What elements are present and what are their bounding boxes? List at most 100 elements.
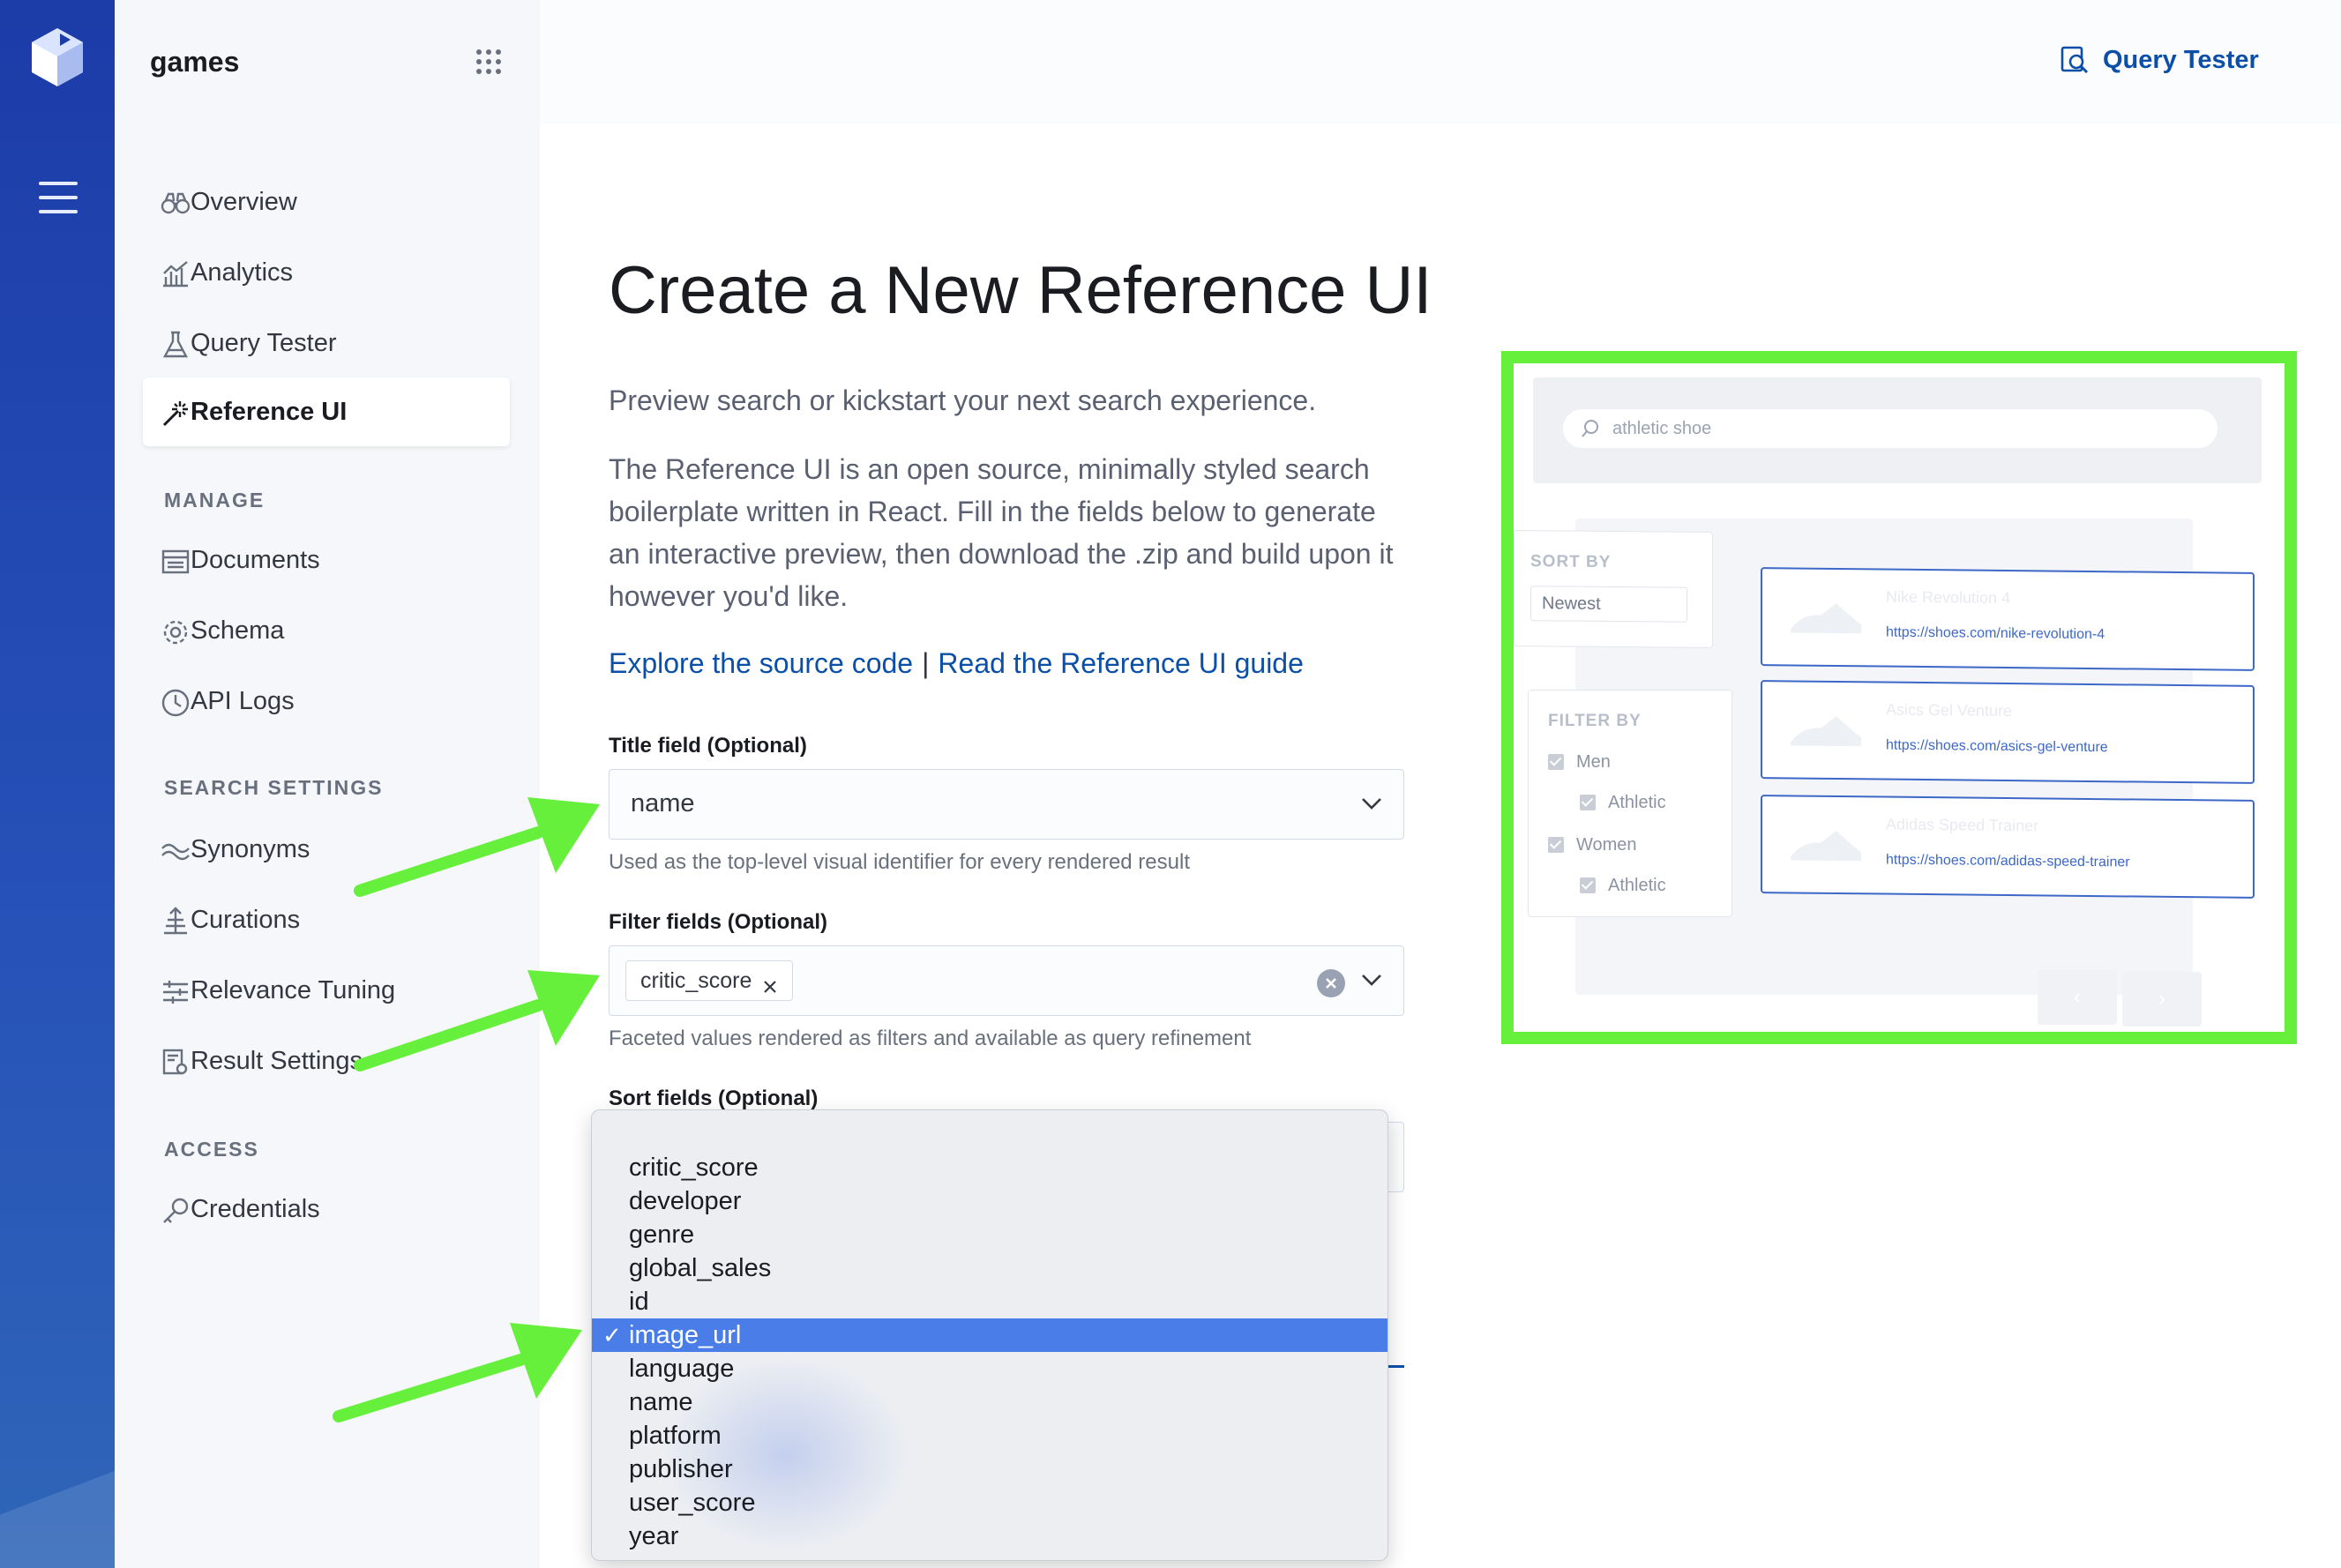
dropdown-option[interactable]: global_sales (592, 1251, 1387, 1285)
chart-icon (161, 259, 191, 289)
app-rail (0, 0, 115, 1568)
preview-result-card: Asics Gel Venture https://shoes.com/asic… (1761, 680, 2255, 784)
filter-fields-label: Filter fields (Optional) (609, 910, 828, 934)
result-settings-icon (161, 1048, 191, 1078)
preview-result-url: https://shoes.com/adidas-speed-trainer (1886, 852, 2130, 870)
preview-filter-option: Women (1548, 835, 1637, 855)
preview-filter-label: FILTER BY (1548, 712, 1642, 730)
sidebar-item-label: Curations (191, 905, 301, 934)
sliders-icon (161, 977, 191, 1007)
dropdown-option[interactable]: user_score (592, 1486, 1387, 1519)
preview-search-bar: athletic shoe (1533, 377, 2262, 483)
query-tester-icon (2061, 46, 2089, 74)
reference-ui-guide-link[interactable]: Read the Reference UI guide (938, 647, 1303, 680)
preview-result-title: Asics Gel Venture (1886, 700, 2013, 721)
filter-fields-help: Faceted values rendered as filters and a… (609, 1027, 1252, 1050)
preview-sort-box: SORT BY Newest (1514, 530, 1713, 648)
shoe-icon (1791, 602, 1861, 634)
title-field-label: Title field (Optional) (609, 734, 807, 758)
preview-result-title: Nike Revolution 4 (1886, 587, 2011, 608)
sidebar-item-analytics[interactable]: Analytics (143, 238, 510, 307)
preview-result-url: https://shoes.com/asics-gel-venture (1886, 737, 2108, 756)
sidebar-item-label: Reference UI (191, 397, 348, 426)
query-tester-link[interactable]: Query Tester (2059, 44, 2259, 76)
apps-grid-icon[interactable] (476, 49, 501, 74)
preview-filter-option: Athletic (1580, 876, 1666, 896)
sidebar-item-label: Documents (191, 545, 320, 574)
preview-next-page: › (2122, 972, 2202, 1027)
sidebar-item-reference-ui[interactable]: Reference UI (143, 377, 510, 446)
preview-filter-option: Athletic (1580, 793, 1666, 813)
description-text: The Reference UI is an open source, mini… (609, 453, 1394, 612)
preview-search-text: athletic shoe (1612, 419, 1712, 438)
dropdown-option[interactable]: language (592, 1352, 1387, 1385)
query-tester-label: Query Tester (2103, 45, 2259, 74)
shoe-icon (1791, 830, 1861, 862)
preview-filter-box: FILTER BY Men Athletic Women Athletic (1528, 690, 1732, 917)
dropdown-option[interactable]: critic_score (592, 1151, 1387, 1184)
preview-sort-select: Newest (1530, 586, 1687, 623)
table-icon (161, 547, 191, 577)
dropdown-option-label: image_url (629, 1321, 742, 1349)
sidebar-item-result-settings[interactable]: Result Settings (143, 1027, 510, 1095)
preview-prev-page: ‹ (2038, 970, 2117, 1025)
title-field-help: Used as the top-level visual identifier … (609, 850, 1190, 874)
engine-name: games (150, 46, 240, 78)
chevron-down-icon[interactable] (1361, 973, 1382, 987)
sidebar-item-label: Credentials (191, 1194, 320, 1223)
gear-icon (161, 617, 191, 647)
page-title: Create a New Reference UI (609, 253, 1432, 328)
rail-decoration (0, 1471, 115, 1568)
key-icon (161, 1196, 191, 1226)
title-field-select[interactable]: name (609, 769, 1404, 840)
section-label-access: ACCESS (164, 1138, 259, 1161)
sidebar-item-relevance-tuning[interactable]: Relevance Tuning (143, 956, 510, 1025)
search-icon (1582, 420, 1598, 437)
remove-chip-icon[interactable] (760, 970, 780, 993)
dropdown-option[interactable]: id (592, 1285, 1387, 1318)
dropdown-option[interactable]: year (592, 1519, 1387, 1553)
sidebar-item-label: Overview (191, 187, 297, 216)
dropdown-option-selected[interactable]: ✓ image_url (592, 1318, 1387, 1352)
clear-all-icon[interactable] (1317, 969, 1345, 997)
doc-links: Explore the source code | Read the Refer… (609, 647, 1304, 680)
dropdown-option[interactable]: platform (592, 1419, 1387, 1452)
hamburger-menu-icon[interactable] (39, 182, 78, 213)
preview-search-input: athletic shoe (1563, 409, 2218, 448)
source-code-link[interactable]: Explore the source code (609, 647, 913, 680)
beaker-icon (161, 330, 191, 360)
section-label-search-settings: SEARCH SETTINGS (164, 776, 384, 799)
sidebar-item-label: Result Settings (191, 1046, 363, 1075)
sidebar-item-api-logs[interactable]: API Logs (143, 667, 510, 735)
checkmark-icon: ✓ (602, 1322, 622, 1348)
app-logo-icon[interactable] (28, 26, 86, 88)
sidebar-item-overview[interactable]: Overview (143, 168, 510, 236)
filter-chip-label: critic_score (640, 968, 752, 993)
dropdown-option[interactable]: genre (592, 1218, 1387, 1251)
field-options-dropdown[interactable]: critic_score developer genre global_sale… (591, 1109, 1388, 1561)
synonym-icon (161, 836, 191, 866)
dropdown-option[interactable]: name (592, 1385, 1387, 1419)
sidebar-item-documents[interactable]: Documents (143, 526, 510, 594)
preview-result-card: Nike Revolution 4 https://shoes.com/nike… (1761, 567, 2255, 671)
sidebar-item-synonyms[interactable]: Synonyms (143, 815, 510, 884)
sidebar-item-credentials[interactable]: Credentials (143, 1175, 510, 1243)
sidebar-item-label: Analytics (191, 258, 294, 287)
sidebar-item-schema[interactable]: Schema (143, 596, 510, 665)
sidebar-item-label: Synonyms (191, 834, 310, 863)
preview-sort-label: SORT BY (1530, 552, 1612, 571)
title-field-value: name (631, 789, 695, 818)
binoculars-icon (161, 189, 191, 219)
dropdown-option[interactable]: developer (592, 1184, 1387, 1218)
sidebar: games Overview Analytics Query Tester Re… (115, 0, 540, 1568)
filter-fields-combobox[interactable]: critic_score (609, 945, 1404, 1016)
filter-chip: critic_score (625, 960, 794, 1001)
chevron-down-icon (1361, 796, 1382, 810)
sidebar-item-label: Query Tester (191, 328, 337, 357)
sidebar-item-curations[interactable]: Curations (143, 885, 510, 954)
sidebar-item-label: Relevance Tuning (191, 975, 396, 1004)
dropdown-option[interactable]: publisher (592, 1452, 1387, 1486)
sidebar-item-query-tester[interactable]: Query Tester (143, 309, 510, 377)
preview-sort-value: Newest (1542, 594, 1601, 614)
preview-filter-option: Men (1548, 752, 1611, 773)
